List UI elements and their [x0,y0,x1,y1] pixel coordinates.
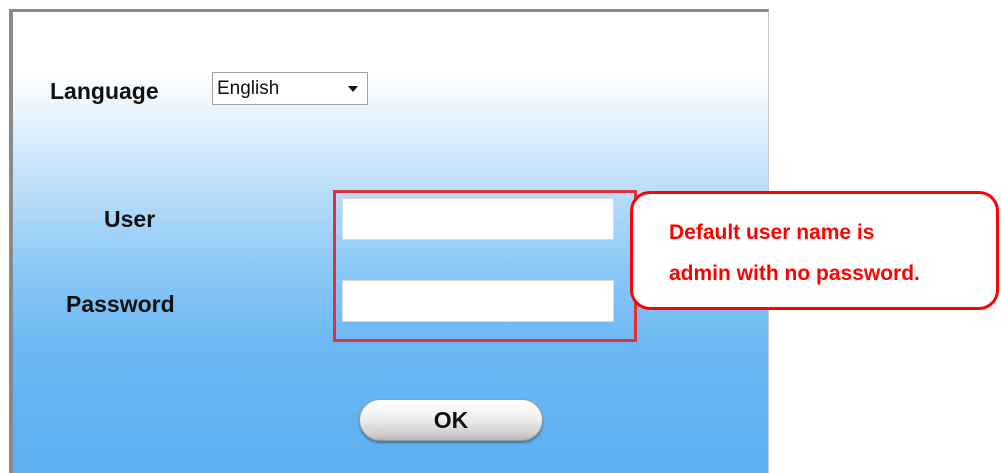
callout-line-2: admin with no password. [669,262,920,285]
user-label: User [104,206,156,232]
callout-line-1: Default user name is [669,221,875,244]
ok-button[interactable]: OK [359,399,543,441]
stage: Language English User Password OK Defaul… [0,0,1001,473]
language-label: Language [50,78,159,104]
password-input[interactable] [342,280,614,322]
user-input[interactable] [342,198,614,240]
chevron-down-icon [348,86,358,92]
language-select[interactable]: English [212,72,368,105]
default-credentials-callout: Default user name is admin with no passw… [630,191,999,310]
password-label: Password [66,291,175,317]
language-selected-value: English [217,78,280,99]
